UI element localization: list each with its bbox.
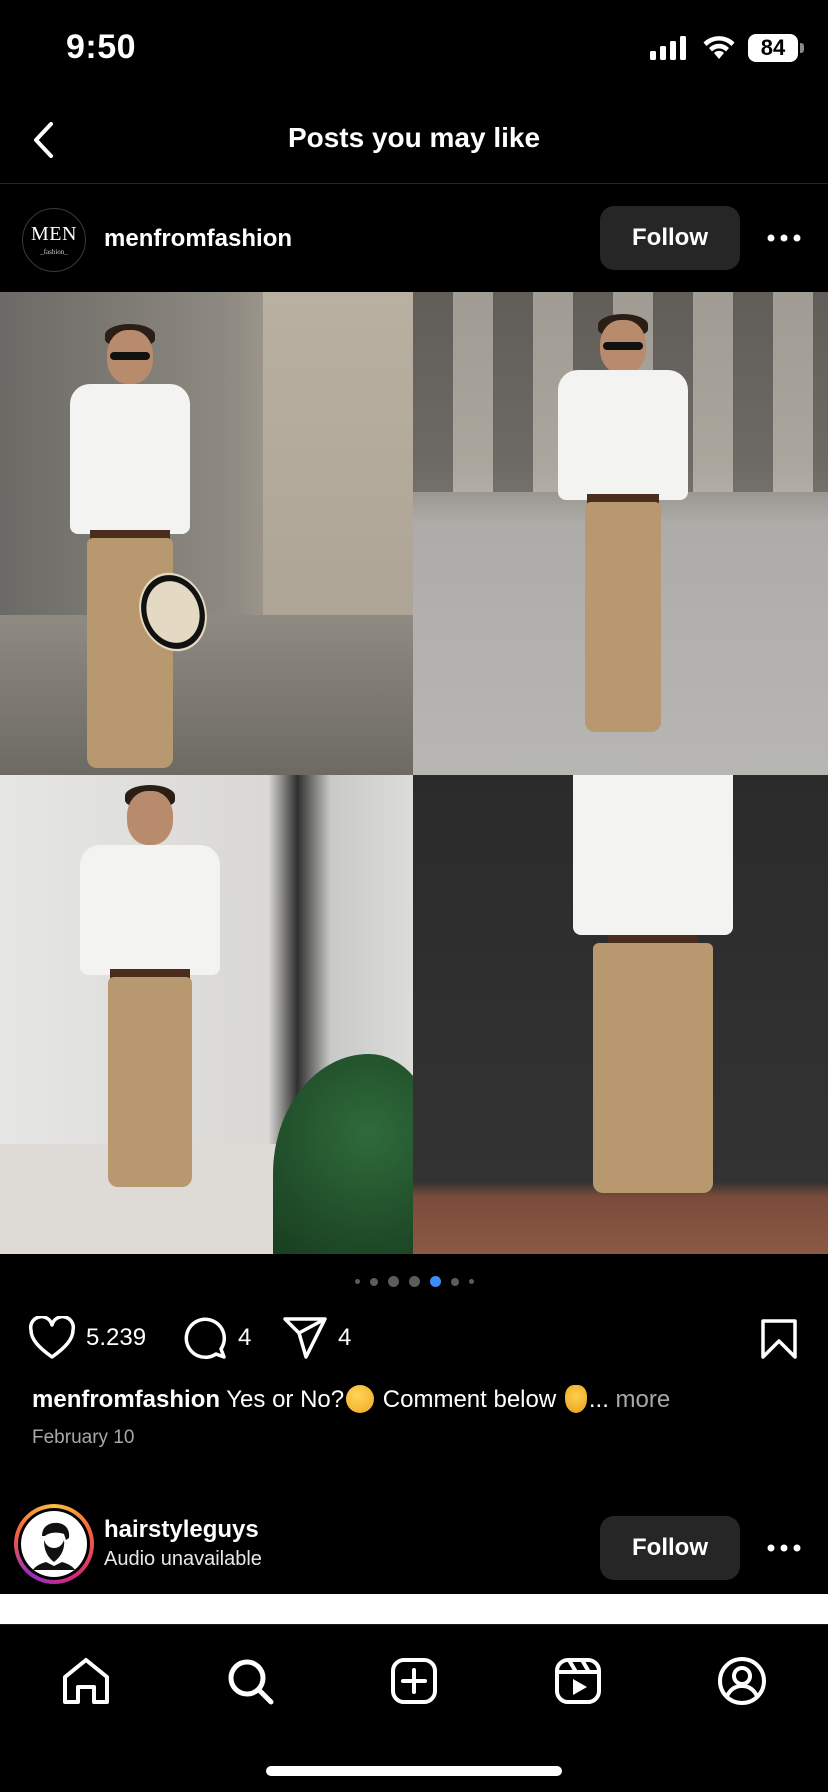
tab-profile[interactable]	[712, 1651, 772, 1711]
caption-text-2: Comment below	[376, 1386, 563, 1413]
more-horizontal-icon	[767, 1544, 801, 1552]
carousel-dot	[354, 1279, 360, 1284]
avatar-logo-text: MEN	[31, 223, 77, 245]
post-caption: menfromfashion Yes or No? Comment below …	[32, 1384, 804, 1416]
follow-button[interactable]: Follow	[600, 1516, 740, 1580]
save-button[interactable]	[760, 1318, 798, 1365]
post-photo-4	[413, 775, 828, 1254]
audio-status: Audio unavailable	[104, 1548, 262, 1570]
more-horizontal-icon	[767, 234, 801, 242]
post-username[interactable]: hairstyleguys	[104, 1516, 259, 1544]
status-icons: 84	[650, 34, 804, 62]
carousel-indicator	[0, 1276, 828, 1287]
post-header-2: hairstyleguys Audio unavailable Follow	[0, 1496, 828, 1596]
comment-action[interactable]: 4	[182, 1316, 251, 1360]
thinking-emoji-icon	[346, 1385, 375, 1413]
signal-icon	[650, 36, 686, 60]
battery-indicator: 84	[748, 34, 804, 62]
carousel-dot-active	[429, 1276, 441, 1287]
home-icon	[63, 1658, 109, 1704]
status-bar: 9:50 84	[0, 0, 828, 100]
home-indicator[interactable]	[266, 1766, 562, 1776]
app-screen: 9:50 84 Posts you may like MEN _fashion_…	[0, 0, 828, 1792]
caption-more-link[interactable]: more	[616, 1386, 671, 1413]
avatar	[21, 1511, 87, 1577]
carousel-dot	[450, 1277, 459, 1286]
nav-header: Posts you may like	[0, 100, 828, 184]
heart-icon	[28, 1316, 76, 1359]
post-date: February 10	[32, 1427, 135, 1448]
wifi-icon	[703, 36, 735, 59]
more-options-button[interactable]	[762, 1526, 806, 1570]
post-username[interactable]: menfromfashion	[104, 225, 292, 253]
post-photo-2	[413, 292, 828, 775]
pointing-down-emoji-icon	[564, 1385, 587, 1413]
like-count: 5.239	[86, 1324, 147, 1351]
carousel-dot	[369, 1277, 378, 1286]
tab-search[interactable]	[220, 1651, 280, 1711]
status-time: 9:50	[66, 28, 137, 66]
profile-icon	[718, 1657, 766, 1705]
caption-username[interactable]: menfromfashion	[32, 1386, 220, 1413]
like-action[interactable]: 5.239	[28, 1316, 146, 1360]
search-icon	[228, 1659, 274, 1705]
avatar-logo-subtext: _fashion_	[40, 248, 68, 256]
post-photo-1	[0, 292, 413, 775]
bottom-tab-bar	[0, 1624, 828, 1792]
carousel-dot	[387, 1276, 399, 1287]
share-action[interactable]: 4	[282, 1316, 351, 1360]
more-options-button[interactable]	[762, 216, 806, 260]
follow-button[interactable]: Follow	[600, 206, 740, 270]
post-image-collage[interactable]	[0, 292, 828, 1254]
caption-ellipsis: ...	[588, 1386, 616, 1413]
comment-count: 4	[238, 1324, 252, 1351]
avatar-story-ring[interactable]	[14, 1504, 94, 1584]
bookmark-icon	[761, 1319, 797, 1359]
tab-reels[interactable]	[548, 1651, 608, 1711]
caption-text-1: Yes or No?	[220, 1386, 345, 1413]
share-icon	[283, 1317, 327, 1359]
tab-home[interactable]	[56, 1651, 116, 1711]
tab-create[interactable]	[384, 1651, 444, 1711]
next-post-media-preview	[0, 1594, 828, 1624]
post-photo-3	[0, 775, 413, 1254]
carousel-dot	[408, 1276, 420, 1287]
share-count: 4	[338, 1324, 352, 1351]
page-title: Posts you may like	[287, 122, 541, 153]
post-header: MEN _fashion_ menfromfashion Follow	[0, 188, 828, 288]
comment-icon	[184, 1317, 227, 1360]
reels-icon	[555, 1658, 601, 1704]
post-actions: 5.239 4 4	[0, 1310, 828, 1366]
bearded-man-logo-icon	[33, 1522, 75, 1570]
carousel-dot	[468, 1279, 474, 1284]
avatar[interactable]: MEN _fashion_	[22, 208, 86, 272]
create-icon	[391, 1658, 437, 1704]
